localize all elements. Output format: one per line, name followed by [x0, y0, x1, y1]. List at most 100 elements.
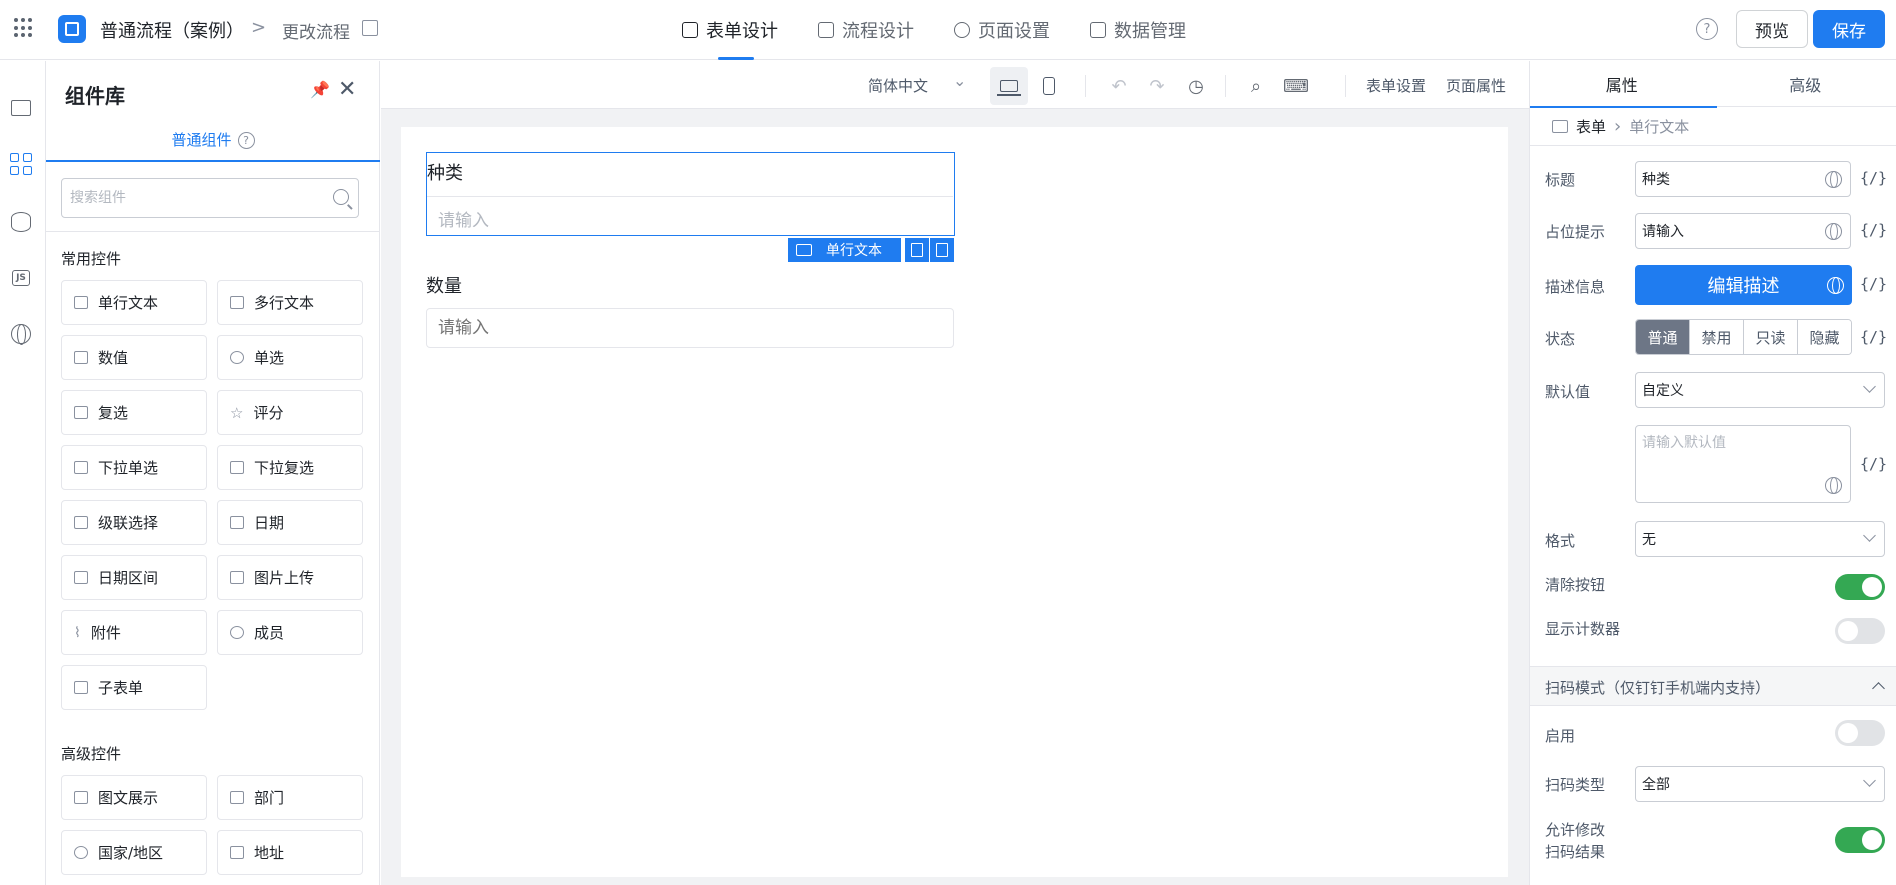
textarea-icon: [230, 296, 244, 309]
help-icon[interactable]: ?: [1696, 18, 1718, 40]
formula-icon[interactable]: {/}: [1860, 455, 1887, 473]
globe-icon[interactable]: [1825, 170, 1842, 188]
tab-flow-design[interactable]: 流程设计: [818, 0, 914, 60]
scan-mode-section-header[interactable]: 扫码模式（仅钉钉手机端内支持）: [1530, 666, 1896, 706]
status-disabled[interactable]: 禁用: [1689, 320, 1743, 354]
tab-page-settings[interactable]: 页面设置: [954, 0, 1050, 60]
component-date[interactable]: 日期: [217, 500, 363, 545]
js-icon[interactable]: JS: [6, 263, 36, 293]
component-attachment[interactable]: ⌇ 附件: [61, 610, 207, 655]
component-subform[interactable]: 子表单: [61, 665, 207, 710]
clear-button-label: 清除按钮: [1545, 576, 1606, 594]
component-multi-line-text[interactable]: 多行文本: [217, 280, 363, 325]
breadcrumb-root[interactable]: 表单: [1576, 116, 1606, 137]
tab-form-design[interactable]: 表单设计: [682, 0, 778, 60]
outline-icon[interactable]: [6, 93, 36, 123]
component-cascader[interactable]: 级联选择: [61, 500, 207, 545]
component-image-upload[interactable]: 图片上传: [217, 555, 363, 600]
component-type-label: 单行文本: [826, 243, 882, 259]
chevron-right-icon: ›: [1614, 116, 1622, 137]
breadcrumb-chevron-icon: >: [251, 17, 267, 38]
page-properties-button[interactable]: 页面属性: [1446, 75, 1506, 96]
history-icon[interactable]: ◷: [1177, 67, 1215, 105]
tab-advanced[interactable]: 高级: [1714, 61, 1896, 107]
apps-grid-icon[interactable]: [14, 18, 34, 38]
undo-icon[interactable]: ↶: [1100, 67, 1138, 105]
desktop-view-button[interactable]: [990, 67, 1028, 105]
search-icon[interactable]: ⌕: [1237, 67, 1275, 105]
database-icon[interactable]: [6, 207, 36, 237]
selected-component-tag: 单行文本: [788, 238, 901, 262]
title-input[interactable]: 种类: [1635, 161, 1851, 197]
default-value-textarea[interactable]: 请输入默认值: [1635, 425, 1851, 503]
component-dropdown-multi[interactable]: 下拉复选: [217, 445, 363, 490]
scan-type-select[interactable]: 全部: [1635, 766, 1885, 802]
formula-icon[interactable]: {/}: [1860, 169, 1887, 187]
allow-edit-scan-toggle[interactable]: [1835, 827, 1885, 853]
component-department[interactable]: 部门: [217, 775, 363, 820]
subform-icon: [74, 681, 88, 694]
tab-common-components[interactable]: 普通组件?: [46, 129, 380, 161]
help-icon[interactable]: ?: [237, 132, 255, 149]
formula-icon[interactable]: {/}: [1860, 328, 1887, 346]
component-member[interactable]: 成员: [217, 610, 363, 655]
status-hidden[interactable]: 隐藏: [1797, 320, 1851, 354]
cascade-icon: [74, 516, 88, 529]
search-input[interactable]: [62, 179, 312, 217]
component-single-line-text[interactable]: 单行文本: [61, 280, 207, 325]
search-box: [61, 178, 359, 218]
component-radio[interactable]: 单选: [217, 335, 363, 380]
selected-field-category[interactable]: 种类 请输入: [426, 152, 955, 236]
mobile-view-button[interactable]: [1030, 67, 1068, 105]
search-icon[interactable]: [333, 189, 349, 205]
globe-icon[interactable]: [1825, 477, 1842, 494]
default-value-label: 默认值: [1545, 383, 1591, 401]
status-normal[interactable]: 普通: [1636, 320, 1689, 354]
text-field-icon: [74, 296, 88, 309]
placeholder-input[interactable]: 请输入: [1635, 213, 1851, 249]
component-date-range[interactable]: 日期区间: [61, 555, 207, 600]
component-rich-display[interactable]: 图文展示: [61, 775, 207, 820]
globe-icon[interactable]: [6, 319, 36, 349]
divider: [1085, 75, 1086, 97]
redo-icon[interactable]: ↷: [1138, 67, 1176, 105]
clear-button-toggle[interactable]: [1835, 574, 1885, 600]
format-select[interactable]: 无: [1635, 521, 1885, 557]
tab-label: 表单设计: [706, 21, 778, 42]
chevron-down-icon[interactable]: ⌄: [953, 71, 966, 90]
show-counter-toggle[interactable]: [1835, 618, 1885, 644]
default-value-select[interactable]: 自定义: [1635, 372, 1885, 408]
formula-icon[interactable]: {/}: [1860, 275, 1887, 293]
properties-panel: 属性 高级 表单 › 单行文本 标题 种类 {/} 占位提示 请输入 {/} 描…: [1529, 61, 1896, 885]
field-quantity[interactable]: 数量: [426, 272, 954, 348]
copy-icon[interactable]: [905, 238, 929, 262]
component-rating[interactable]: ☆ 评分: [217, 390, 363, 435]
close-icon[interactable]: ✕: [338, 77, 356, 102]
title-label: 标题: [1545, 171, 1576, 189]
save-button[interactable]: 保存: [1813, 10, 1885, 48]
pin-icon[interactable]: 📌: [310, 80, 330, 99]
chevron-down-icon: [1863, 774, 1876, 787]
component-checkbox[interactable]: 复选: [61, 390, 207, 435]
language-select[interactable]: 简体中文: [868, 75, 928, 96]
globe-icon[interactable]: [1827, 276, 1844, 294]
edit-icon[interactable]: [362, 20, 378, 36]
components-icon[interactable]: [6, 149, 36, 179]
tab-data-management[interactable]: 数据管理: [1090, 0, 1186, 60]
component-country[interactable]: 国家/地区: [61, 830, 207, 875]
component-address[interactable]: 地址: [217, 830, 363, 875]
formula-icon[interactable]: {/}: [1860, 221, 1887, 239]
preview-button[interactable]: 预览: [1736, 10, 1808, 48]
tab-properties[interactable]: 属性: [1530, 61, 1717, 108]
component-dropdown-single[interactable]: 下拉单选: [61, 445, 207, 490]
keyboard-icon[interactable]: ⌨: [1277, 67, 1315, 105]
app-name[interactable]: 普通流程（案例）: [100, 17, 244, 43]
edit-description-button[interactable]: 编辑描述: [1635, 265, 1852, 305]
status-readonly[interactable]: 只读: [1743, 320, 1797, 354]
trash-icon[interactable]: [930, 238, 954, 262]
quantity-input[interactable]: [426, 308, 954, 348]
form-settings-button[interactable]: 表单设置: [1366, 75, 1426, 96]
component-number[interactable]: 数值: [61, 335, 207, 380]
enable-scan-toggle[interactable]: [1835, 720, 1885, 746]
globe-icon[interactable]: [1825, 222, 1842, 240]
